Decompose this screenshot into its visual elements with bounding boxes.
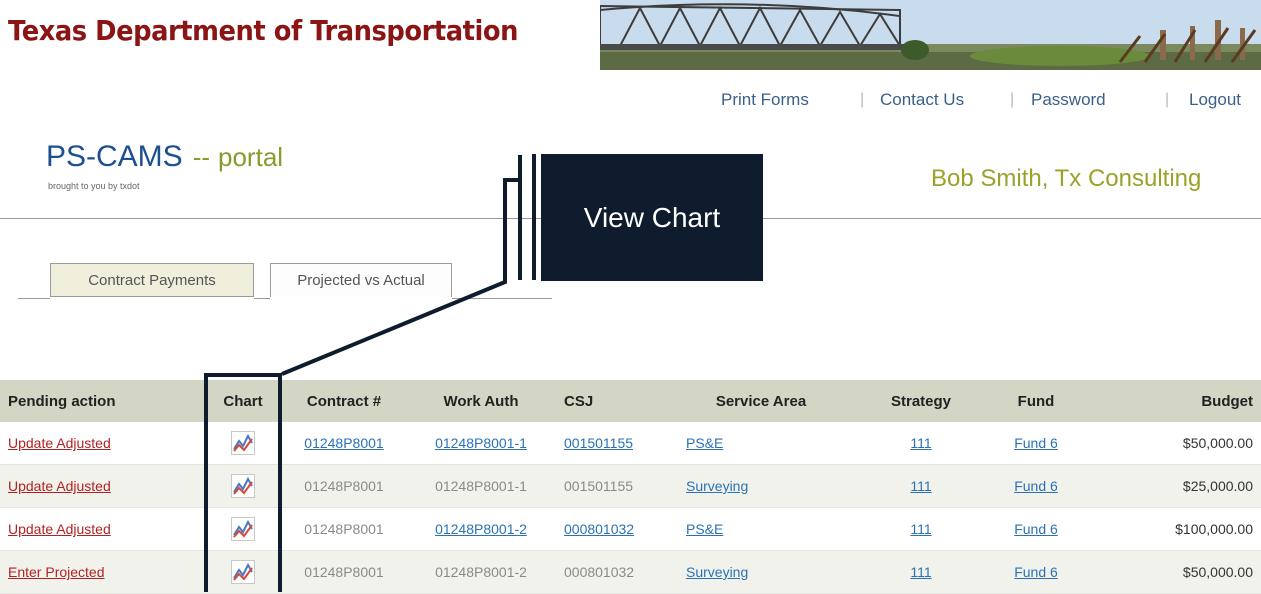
contract-text: 01248P8001 [282,550,406,594]
table-row: Update Adjusted 01248P8001 01248P8001-1 … [0,464,1261,508]
col-work-auth[interactable]: Work Auth [406,380,556,422]
col-strategy[interactable]: Strategy [856,380,986,422]
col-contract[interactable]: Contract # [282,380,406,422]
line-chart-icon[interactable] [231,474,255,498]
col-chart[interactable]: Chart [204,380,282,422]
strategy-link[interactable]: 111 [910,521,931,537]
budget-value: $100,000.00 [1086,507,1261,551]
strategy-link[interactable]: 111 [910,478,931,494]
table-row: Update Adjusted 01248P8001 01248P8001-2 … [0,507,1261,551]
col-pending-action[interactable]: Pending action [0,380,204,422]
col-service-area[interactable]: Service Area [666,380,856,422]
line-chart-icon[interactable] [231,560,255,584]
col-csj[interactable]: CSJ [556,380,666,422]
contract-text: 01248P8001 [282,507,406,551]
table-row: Update Adjusted 01248P8001 01248P8001-1 … [0,422,1261,465]
fund-link[interactable]: Fund 6 [1014,521,1058,537]
csj-text: 000801032 [556,550,666,594]
table-header-row: Pending action Chart Contract # Work Aut… [0,380,1261,422]
service-area-link[interactable]: PS&E [686,435,723,451]
pending-action-link[interactable]: Update Adjusted [8,521,111,537]
budget-value: $25,000.00 [1086,464,1261,508]
contract-link[interactable]: 01248P8001 [304,435,383,451]
col-fund[interactable]: Fund [986,380,1086,422]
strategy-link[interactable]: 111 [910,564,931,580]
line-chart-icon[interactable] [231,431,255,455]
col-budget[interactable]: Budget [1086,380,1261,422]
pending-actions-table: Pending action Chart Contract # Work Aut… [0,380,1261,594]
budget-value: $50,000.00 [1086,550,1261,594]
pending-action-link[interactable]: Update Adjusted [8,478,111,494]
csj-link[interactable]: 000801032 [564,521,634,537]
service-area-link[interactable]: Surveying [686,478,748,494]
csj-text: 001501155 [556,464,666,508]
pending-action-link[interactable]: Update Adjusted [8,435,111,451]
table-row: Enter Projected 01248P8001 01248P8001-2 … [0,550,1261,594]
strategy-link[interactable]: 111 [910,435,931,451]
fund-link[interactable]: Fund 6 [1014,435,1058,451]
csj-link[interactable]: 001501155 [564,435,633,451]
service-area-link[interactable]: PS&E [686,521,723,537]
contract-text: 01248P8001 [282,464,406,508]
work-auth-text: 01248P8001-2 [406,550,556,594]
fund-link[interactable]: Fund 6 [1014,564,1058,580]
work-auth-text: 01248P8001-1 [406,464,556,508]
service-area-link[interactable]: Surveying [686,564,748,580]
pending-action-link[interactable]: Enter Projected [8,564,105,580]
work-auth-link[interactable]: 01248P8001-1 [435,435,527,451]
budget-value: $50,000.00 [1086,422,1261,465]
work-auth-link[interactable]: 01248P8001-2 [435,521,527,537]
fund-link[interactable]: Fund 6 [1014,478,1058,494]
view-chart-callout: View Chart [541,154,763,281]
line-chart-icon[interactable] [231,517,255,541]
